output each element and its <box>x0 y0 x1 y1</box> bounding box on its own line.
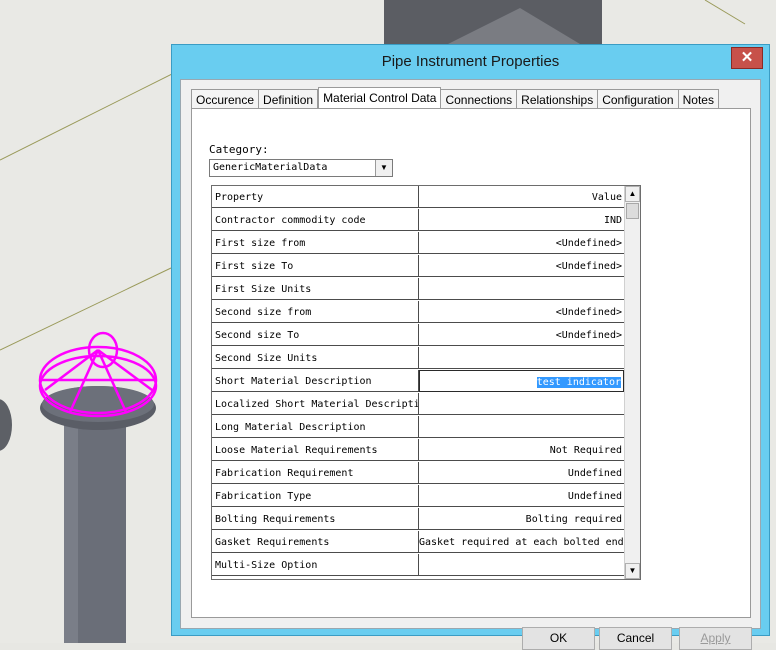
close-button[interactable]: ✕ <box>731 47 763 69</box>
property-value[interactable]: Undefined <box>419 485 624 507</box>
scroll-down-icon[interactable]: ▼ <box>625 563 640 579</box>
table-row[interactable]: Second size To <Undefined> <box>212 324 624 347</box>
property-grid: Property Value Contractor commodity code… <box>211 185 641 580</box>
property-value[interactable]: <Undefined> <box>419 232 624 254</box>
pipe-instrument-properties-dialog: Pipe Instrument Properties ✕ Occurence D… <box>171 44 770 650</box>
property-value[interactable] <box>419 347 624 369</box>
property-name: Second size To <box>212 324 419 346</box>
table-row[interactable]: Fabrication Type Undefined <box>212 485 624 508</box>
table-row[interactable]: Localized Short Material Descripti <box>212 393 624 416</box>
scroll-up-icon[interactable]: ▲ <box>625 186 640 202</box>
property-name: Gasket Requirements <box>212 531 419 553</box>
property-value[interactable]: IND <box>419 209 624 231</box>
dialog-title: Pipe Instrument Properties <box>381 53 560 70</box>
property-name: Multi-Size Option <box>212 554 419 576</box>
property-value-editor[interactable]: test indicator <box>419 370 624 392</box>
property-name: Second Size Units <box>212 347 419 369</box>
table-row[interactable]: Loose Material Requirements Not Required <box>212 439 624 462</box>
property-value[interactable]: Undefined <box>419 462 624 484</box>
table-row[interactable]: Long Material Description <box>212 416 624 439</box>
grid-header: Property Value <box>212 186 624 209</box>
header-value: Value <box>419 186 624 208</box>
property-value[interactable] <box>419 554 624 576</box>
grid-scrollbar[interactable]: ▲ ▼ <box>624 186 640 579</box>
property-value[interactable]: <Undefined> <box>419 324 624 346</box>
title-bar[interactable]: Pipe Instrument Properties ✕ <box>172 45 769 79</box>
property-name: Localized Short Material Descripti <box>212 393 419 415</box>
table-row[interactable]: First size To <Undefined> <box>212 255 624 278</box>
property-name: Fabrication Type <box>212 485 419 507</box>
header-property: Property <box>212 186 419 208</box>
property-value[interactable]: Bolting required <box>419 508 624 530</box>
apply-button[interactable]: Apply <box>679 627 752 650</box>
property-name: First size To <box>212 255 419 277</box>
property-value[interactable]: Not Required <box>419 439 624 461</box>
property-value[interactable]: <Undefined> <box>419 301 624 323</box>
dropdown-arrow-icon[interactable]: ▼ <box>375 160 392 176</box>
tab-strip: Occurence Definition Material Control Da… <box>191 87 719 112</box>
property-value[interactable] <box>419 393 624 415</box>
selected-text[interactable]: test indicator <box>536 377 621 388</box>
cancel-button[interactable]: Cancel <box>599 627 672 650</box>
table-row[interactable]: Contractor commodity code IND <box>212 209 624 232</box>
dialog-client: Occurence Definition Material Control Da… <box>180 79 761 650</box>
table-row[interactable]: Gasket Requirements Gasket required at e… <box>212 531 624 554</box>
property-value[interactable] <box>419 278 624 300</box>
close-icon: ✕ <box>740 49 754 66</box>
property-name: Fabrication Requirement <box>212 462 419 484</box>
property-name: Contractor commodity code <box>212 209 419 231</box>
property-name: First Size Units <box>212 278 419 300</box>
property-name: Second size from <box>212 301 419 323</box>
table-row[interactable]: First Size Units <box>212 278 624 301</box>
property-value[interactable]: Gasket required at each bolted end <box>419 531 624 553</box>
property-name: Long Material Description <box>212 416 419 438</box>
property-name: First size from <box>212 232 419 254</box>
property-name: Short Material Description <box>212 370 419 392</box>
table-row[interactable]: Short Material Description test indicato… <box>212 370 624 393</box>
property-value[interactable] <box>419 416 624 438</box>
table-row[interactable]: Second size from <Undefined> <box>212 301 624 324</box>
table-row[interactable]: Fabrication Requirement Undefined <box>212 462 624 485</box>
category-label: Category: <box>209 143 269 156</box>
property-value[interactable]: <Undefined> <box>419 255 624 277</box>
property-name: Bolting Requirements <box>212 508 419 530</box>
category-dropdown[interactable]: GenericMaterialData ▼ <box>209 159 393 177</box>
table-row[interactable]: First size from <Undefined> <box>212 232 624 255</box>
material-control-data-panel: Category: GenericMaterialData ▼ Property… <box>191 108 751 618</box>
scroll-thumb[interactable] <box>626 203 639 219</box>
property-name: Loose Material Requirements <box>212 439 419 461</box>
category-value: GenericMaterialData <box>213 162 328 173</box>
table-row[interactable]: Multi-Size Option <box>212 554 624 577</box>
table-row[interactable]: Bolting Requirements Bolting required <box>212 508 624 531</box>
ok-button[interactable]: OK <box>522 627 595 650</box>
table-row[interactable]: Second Size Units <box>212 347 624 370</box>
